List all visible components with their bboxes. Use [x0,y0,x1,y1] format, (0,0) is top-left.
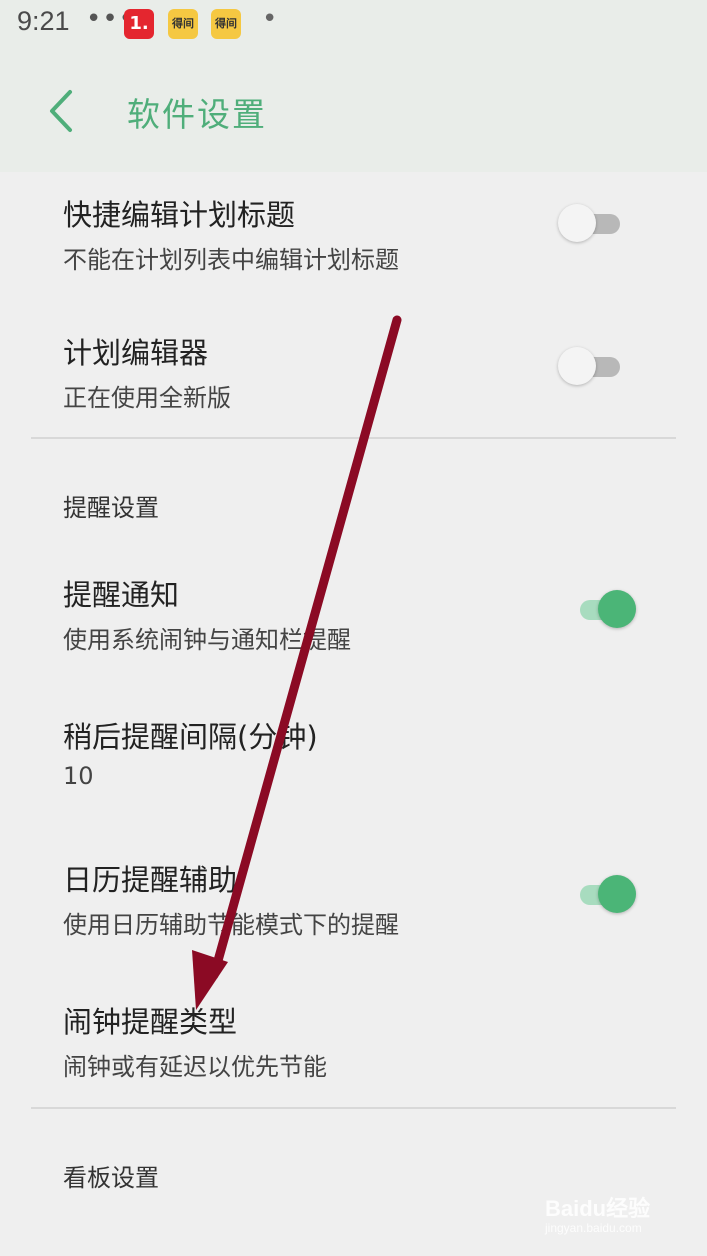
divider [31,1107,676,1109]
baidu-watermark: Baidu经验 jingyan.baidu.com [545,1185,695,1245]
quick-edit-setting[interactable]: 快捷编辑计划标题 不能在计划列表中编辑计划标题 [63,192,399,275]
kanban-section-header: 看板设置 [63,1164,159,1192]
reminder-notify-title: 提醒通知 [63,578,180,612]
plan-editor-setting[interactable]: 计划编辑器 正在使用全新版 [63,330,231,413]
app-bar: 软件设置 [0,50,707,172]
toggle-thumb [598,875,636,913]
watermark-url: jingyan.baidu.com [545,1221,642,1235]
dewen-icon: 得间 [168,9,198,39]
notification-dot-icon: • [262,4,278,34]
reminder-notify-setting[interactable]: 提醒通知 使用系统闹钟与通知栏提醒 [63,572,351,655]
alarm-type-setting[interactable]: 闹钟提醒类型 闹钟或有延迟以优先节能 [63,999,327,1082]
plan-editor-toggle[interactable] [558,344,624,388]
plan-editor-subtitle: 正在使用全新版 [63,384,231,412]
quick-edit-subtitle: 不能在计划列表中编辑计划标题 [63,246,399,274]
plan-editor-title: 计划编辑器 [63,336,209,370]
dewen-icon-2: 得间 [211,9,241,39]
calendar-assist-title: 日历提醒辅助 [63,863,238,897]
snooze-interval-title: 稍后提醒间隔(分钟) [63,720,318,754]
alarm-type-subtitle: 闹钟或有延迟以优先节能 [63,1053,327,1081]
toggle-thumb [598,590,636,628]
chevron-left-icon[interactable] [44,88,84,134]
status-time: 9:21 [17,6,70,36]
toggle-thumb [558,204,596,242]
toggle-thumb [558,347,596,385]
reminder-notify-subtitle: 使用系统闹钟与通知栏提醒 [63,626,351,654]
snooze-interval-value: 10 [63,762,94,790]
watermark-text: Baidu经验 [545,1196,651,1221]
reminder-section-header: 提醒设置 [63,494,159,522]
page-title: 软件设置 [127,95,267,134]
reminder-notify-toggle[interactable] [572,587,638,631]
quick-edit-toggle[interactable] [558,201,624,245]
calendar-assist-setting[interactable]: 日历提醒辅助 使用日历辅助节能模式下的提醒 [63,857,399,940]
divider [31,437,676,439]
snooze-interval-setting[interactable]: 稍后提醒间隔(分钟) 10 [63,714,318,790]
alarm-type-title: 闹钟提醒类型 [63,1005,238,1039]
calendar-assist-subtitle: 使用日历辅助节能模式下的提醒 [63,911,399,939]
calendar-assist-toggle[interactable] [572,872,638,916]
settings-list: 快捷编辑计划标题 不能在计划列表中编辑计划标题 计划编辑器 正在使用全新版 提醒… [0,172,707,1256]
app-1-icon: 1. [124,9,154,39]
status-bar: 9:21 ••• 1. 得间 得间 • [0,0,707,50]
quick-edit-title: 快捷编辑计划标题 [63,198,296,232]
